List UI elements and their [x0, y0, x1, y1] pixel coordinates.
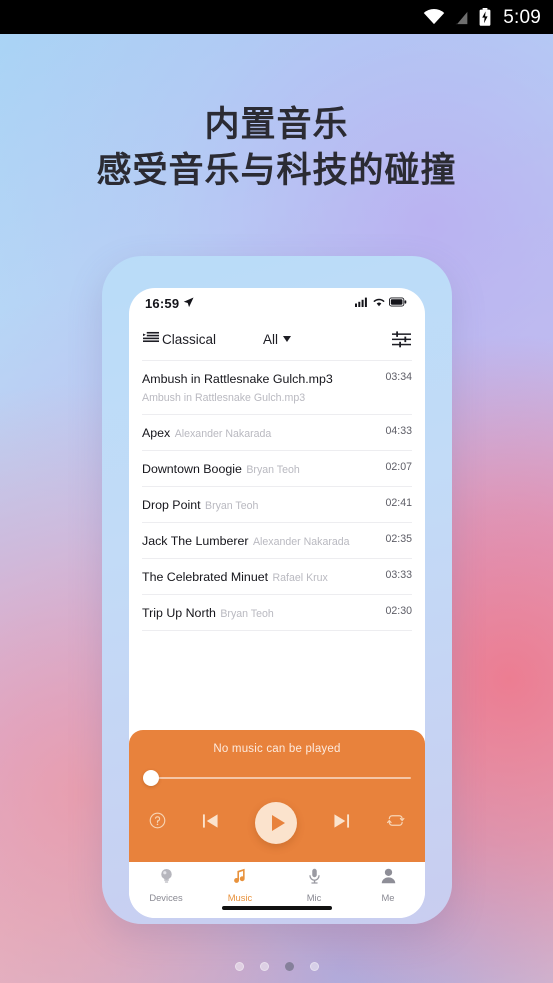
- page-dot[interactable]: [309, 962, 319, 971]
- promo-headline: 内置音乐 感受音乐与科技的碰撞: [0, 102, 553, 194]
- nav-label: Me: [381, 892, 395, 903]
- chevron-down-icon: [283, 336, 292, 342]
- phone-screen: 16:59 Classical All Ambush in Rattlesnak…: [129, 288, 425, 918]
- table-row[interactable]: Apex Alexander Nakarada 04:33: [142, 415, 412, 451]
- progress-knob[interactable]: [143, 770, 159, 786]
- promo-background: 内置音乐 感受音乐与科技的碰撞 16:59 Classical All Ambu…: [0, 34, 553, 983]
- skip-next-icon[interactable]: [333, 813, 350, 834]
- track-duration: 03:33: [385, 569, 412, 581]
- battery-full-icon: [389, 294, 407, 312]
- table-row[interactable]: Drop Point Bryan Teoh 02:41: [142, 487, 412, 523]
- music-note-icon: [233, 868, 248, 889]
- system-clock: 5:09: [503, 6, 541, 28]
- device-bulb-icon: [159, 868, 174, 889]
- track-artist: Alexander Nakarada: [252, 536, 350, 548]
- nav-item-mic[interactable]: Mic: [277, 868, 351, 903]
- track-title: Ambush in Rattlesnake Gulch.mp3: [142, 372, 333, 386]
- page-dot-active[interactable]: [284, 962, 294, 971]
- track-artist: Ambush in Rattlesnake Gulch.mp3: [142, 392, 306, 404]
- phone-status-bar: 16:59: [129, 288, 425, 318]
- battery-charging-icon: [479, 8, 491, 26]
- track-artist: Bryan Teoh: [246, 464, 300, 476]
- phone-mockup: 16:59 Classical All Ambush in Rattlesnak…: [102, 256, 452, 924]
- equalizer-sliders-icon[interactable]: [392, 330, 411, 348]
- page-dot[interactable]: [234, 962, 244, 971]
- nav-label: Devices: [149, 892, 183, 903]
- phone-status-right: [355, 294, 407, 312]
- carousel-page-dots: [0, 962, 553, 971]
- repeat-icon[interactable]: [386, 813, 405, 833]
- track-title: Downtown Boogie: [142, 462, 242, 476]
- track-title: Drop Point: [142, 498, 201, 512]
- play-button[interactable]: [255, 802, 297, 844]
- filter-dropdown[interactable]: All: [262, 331, 292, 347]
- wifi-icon: [423, 9, 445, 25]
- table-row[interactable]: Downtown Boogie Bryan Teoh 02:07: [142, 451, 412, 487]
- track-artist: Alexander Nakarada: [174, 428, 272, 440]
- play-icon: [271, 815, 285, 831]
- track-title: Apex: [142, 426, 171, 440]
- player-panel: No music can be played: [129, 730, 425, 862]
- track-artist: Bryan Teoh: [205, 500, 259, 512]
- phone-status-left: 16:59: [145, 296, 194, 311]
- headline-line-1: 内置音乐: [204, 105, 349, 144]
- track-artist: Bryan Teoh: [220, 608, 274, 620]
- android-status-bar: 5:09: [0, 0, 553, 34]
- cellular-signal-icon: [355, 294, 369, 312]
- track-title: Jack The Lumberer: [142, 534, 249, 548]
- nav-label: Music: [227, 892, 253, 903]
- headline-line-2: 感受音乐与科技的碰撞: [96, 151, 457, 191]
- track-duration: 02:07: [385, 461, 412, 473]
- track-artist: Rafael Krux: [272, 572, 328, 584]
- track-duration: 02:30: [385, 605, 412, 617]
- help-circle-icon[interactable]: [149, 812, 166, 834]
- track-title: Trip Up North: [142, 606, 216, 620]
- wifi-icon: [373, 294, 385, 312]
- track-list: Ambush in Rattlesnake Gulch.mp3 Ambush i…: [129, 360, 425, 730]
- playlist-selector[interactable]: Classical: [143, 331, 216, 347]
- player-controls: [129, 802, 425, 844]
- track-duration: 03:34: [385, 371, 412, 383]
- player-status-text: No music can be played: [213, 743, 341, 755]
- table-row[interactable]: Jack The Lumberer Alexander Nakarada 02:…: [142, 523, 412, 559]
- nav-item-music[interactable]: Music: [203, 868, 277, 903]
- progress-slider[interactable]: [129, 770, 425, 786]
- person-icon: [381, 868, 396, 889]
- track-title: The Celebrated Minuet: [142, 570, 269, 584]
- location-arrow-icon: [183, 296, 194, 311]
- progress-track: [153, 777, 411, 779]
- playlist-icon: [143, 331, 159, 347]
- table-row[interactable]: Trip Up North Bryan Teoh 02:30: [142, 595, 412, 631]
- track-duration: 02:35: [385, 533, 412, 545]
- table-row[interactable]: The Celebrated Minuet Rafael Krux 03:33: [142, 559, 412, 595]
- phone-clock: 16:59: [145, 295, 180, 311]
- nav-item-me[interactable]: Me: [351, 868, 425, 903]
- microphone-icon: [307, 868, 322, 889]
- app-bar: Classical All: [129, 318, 425, 360]
- nav-item-devices[interactable]: Devices: [129, 868, 203, 903]
- page-dot[interactable]: [259, 962, 269, 971]
- home-indicator: [222, 905, 332, 910]
- filter-label: All: [262, 331, 279, 347]
- no-sim-signal-icon: [454, 9, 470, 25]
- track-duration: 02:41: [385, 497, 412, 509]
- skip-previous-icon[interactable]: [202, 813, 219, 834]
- nav-label: Mic: [306, 892, 322, 903]
- playlist-label: Classical: [162, 331, 217, 347]
- table-row[interactable]: Ambush in Rattlesnake Gulch.mp3 Ambush i…: [142, 360, 412, 415]
- track-duration: 04:33: [385, 425, 412, 437]
